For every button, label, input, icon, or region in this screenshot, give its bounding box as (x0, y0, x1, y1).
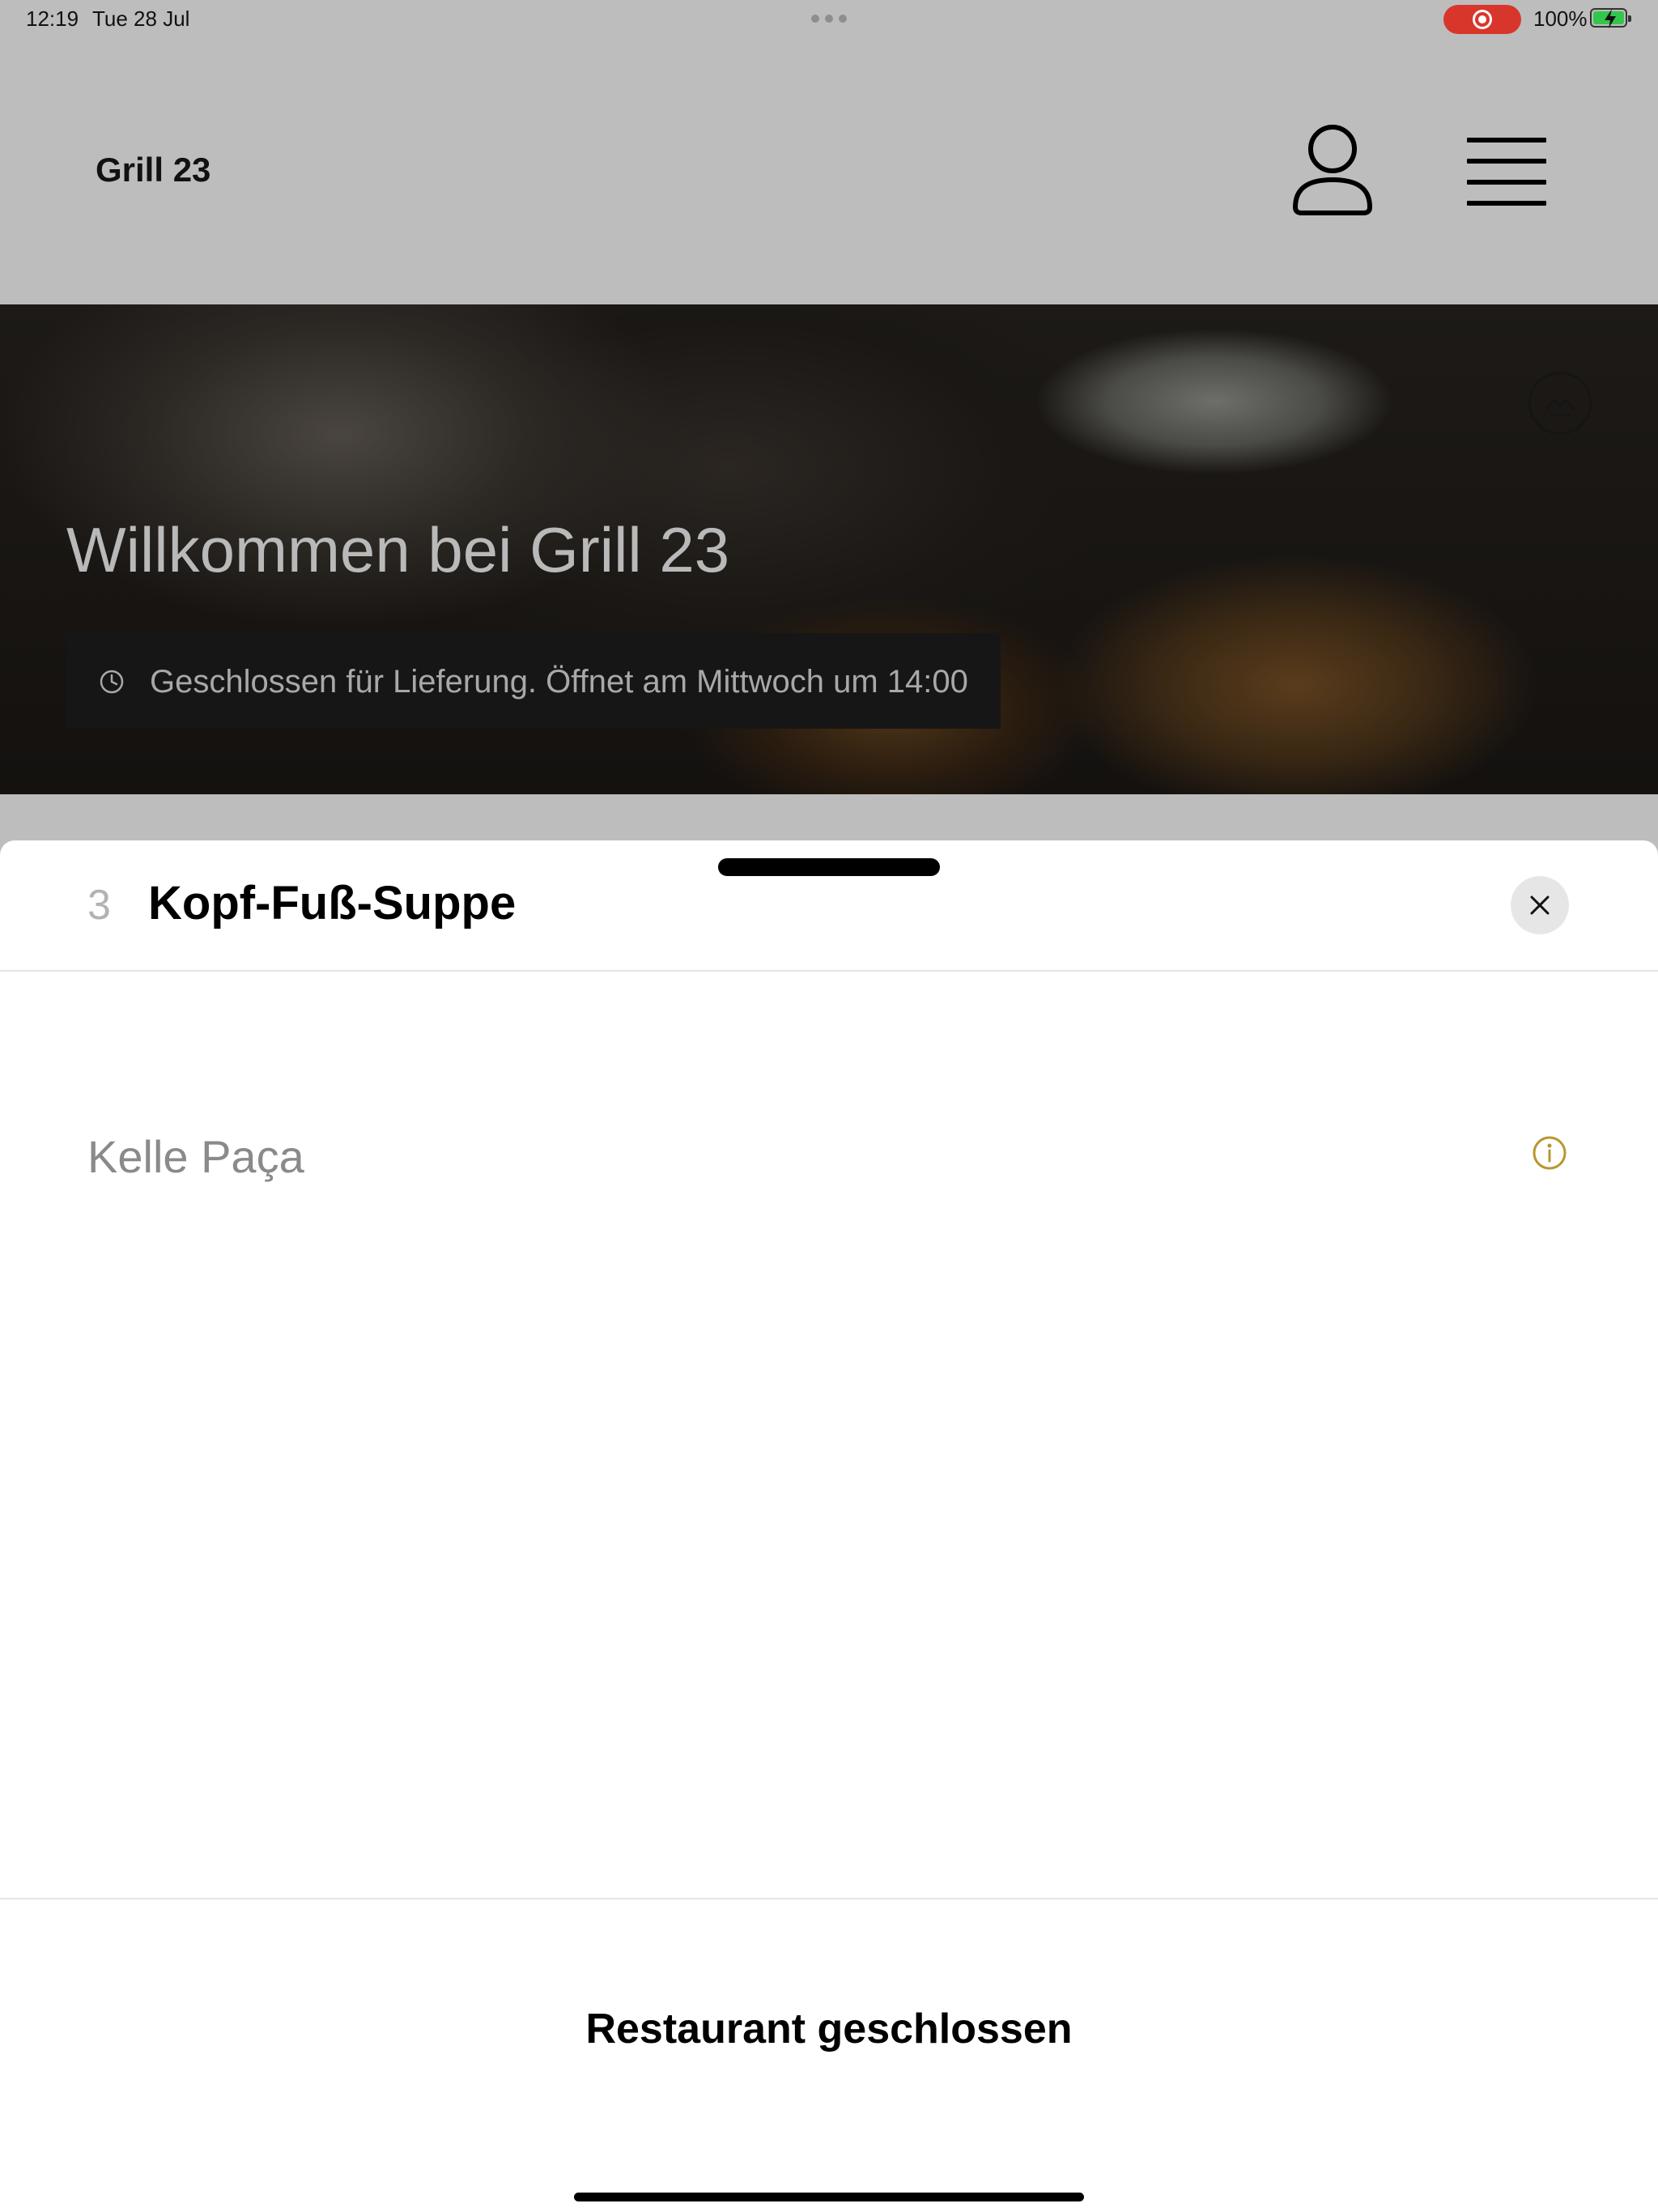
account-button[interactable] (1290, 123, 1375, 217)
home-indicator[interactable] (574, 2193, 1084, 2201)
welcome-heading: Willkommen bei Grill 23 (66, 514, 730, 585)
status-date: Tue 28 Jul (92, 6, 190, 31)
close-icon (1530, 895, 1550, 915)
status-time: 12:19 (26, 6, 79, 31)
item-number: 3 (87, 882, 111, 929)
close-button[interactable] (1511, 876, 1569, 934)
restaurant-name[interactable]: Grill 23 (96, 151, 210, 189)
person-icon (1293, 125, 1372, 215)
opening-hours-notice: Geschlossen für Lieferung. Öffnet am Mit… (66, 633, 1001, 729)
item-title: Kopf-Fuß-Suppe (148, 877, 517, 929)
info-icon[interactable] (1532, 1135, 1567, 1171)
item-detail-sheet: 3 Kopf-Fuß-Suppe Kelle Paça Restaurant g… (0, 840, 1658, 2212)
clock-icon (100, 670, 124, 694)
charging-bolt-icon (1605, 9, 1616, 28)
battery-icon (1590, 8, 1631, 28)
record-icon (1473, 10, 1492, 29)
status-bar: 12:19 Tue 28 Jul 100% (0, 0, 1658, 37)
multitasking-dots-icon[interactable] (811, 15, 847, 23)
item-subtitle: Kelle Paça (87, 1131, 304, 1182)
screen-recording-indicator[interactable] (1443, 5, 1521, 34)
halal-badge-icon (1528, 372, 1592, 435)
sheet-grabber[interactable] (718, 858, 940, 876)
divider (0, 1898, 1658, 1899)
hero-banner: Willkommen bei Grill 23 Geschlossen für … (0, 304, 1658, 794)
battery-percentage: 100% (1533, 6, 1588, 31)
opening-hours-text: Geschlossen für Lieferung. Öffnet am Mit… (150, 664, 968, 700)
divider (0, 970, 1658, 972)
restaurant-closed-status: Restaurant geschlossen (585, 2006, 1073, 2052)
menu-button[interactable] (1465, 136, 1548, 207)
